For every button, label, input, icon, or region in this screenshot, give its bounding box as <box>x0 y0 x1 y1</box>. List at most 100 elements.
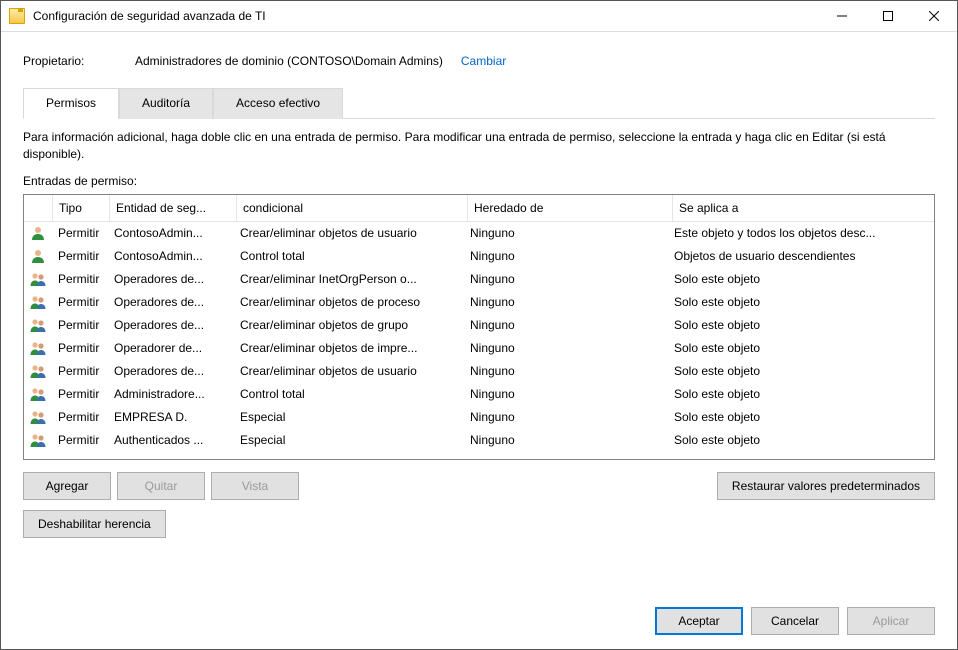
owner-label: Propietario: <box>23 54 135 68</box>
cell-applies: Solo este objeto <box>668 272 934 286</box>
table-row[interactable]: PermitirContosoAdmin...Crear/eliminar ob… <box>24 222 934 245</box>
cell-type: Permitir <box>52 433 108 447</box>
table-row[interactable]: PermitirContosoAdmin...Control totalNing… <box>24 245 934 268</box>
cell-applies: Solo este objeto <box>668 295 934 309</box>
cell-inherited: Ninguno <box>464 387 668 401</box>
cell-access: Control total <box>234 387 464 401</box>
col-header-access[interactable]: condicional <box>237 201 467 215</box>
cell-type: Permitir <box>52 226 108 240</box>
col-header-type[interactable]: Tipo <box>53 201 109 215</box>
cell-inherited: Ninguno <box>464 341 668 355</box>
cell-principal: ContosoAdmin... <box>108 249 234 263</box>
cell-principal: Operadorer de... <box>108 341 234 355</box>
cell-applies: Solo este objeto <box>668 341 934 355</box>
tabs: Permisos Auditoría Acceso efectivo <box>23 88 935 119</box>
cell-principal: Operadores de... <box>108 364 234 378</box>
cell-access: Crear/eliminar objetos de usuario <box>234 226 464 240</box>
cell-applies: Este objeto y todos los objetos desc... <box>668 226 934 240</box>
cell-principal: Authenticados ... <box>108 433 234 447</box>
table-row[interactable]: PermitirOperadores de...Crear/eliminar o… <box>24 360 934 383</box>
restore-defaults-button[interactable]: Restaurar valores predeterminados <box>717 472 935 500</box>
principal-icon <box>24 363 52 379</box>
table-body[interactable]: PermitirContosoAdmin...Crear/eliminar ob… <box>24 222 934 459</box>
titlebar: Configuración de seguridad avanzada de T… <box>1 1 957 32</box>
cell-principal: Operadores de... <box>108 272 234 286</box>
cell-principal: ContosoAdmin... <box>108 226 234 240</box>
cell-type: Permitir <box>52 387 108 401</box>
cell-inherited: Ninguno <box>464 410 668 424</box>
cell-access: Especial <box>234 433 464 447</box>
cell-inherited: Ninguno <box>464 433 668 447</box>
tab-permissions[interactable]: Permisos <box>23 88 119 119</box>
content-area: Propietario: Administradores de dominio … <box>1 32 957 595</box>
cell-principal: Administradore... <box>108 387 234 401</box>
maximize-button[interactable] <box>865 1 911 31</box>
cell-access: Crear/eliminar InetOrgPerson o... <box>234 272 464 286</box>
cell-inherited: Ninguno <box>464 364 668 378</box>
window-title: Configuración de seguridad avanzada de T… <box>33 9 819 23</box>
remove-button[interactable]: Quitar <box>117 472 205 500</box>
col-header-inherited[interactable]: Heredado de <box>468 201 672 215</box>
principal-icon <box>24 432 52 448</box>
cell-applies: Objetos de usuario descendientes <box>668 249 934 263</box>
cell-principal: Operadores de... <box>108 318 234 332</box>
advanced-security-window: Configuración de seguridad avanzada de T… <box>0 0 958 650</box>
apply-button[interactable]: Aplicar <box>847 607 935 635</box>
close-button[interactable] <box>911 1 957 31</box>
col-header-principal[interactable]: Entidad de seg... <box>110 201 236 215</box>
table-row[interactable]: PermitirAuthenticados ...EspecialNinguno… <box>24 429 934 452</box>
cancel-button[interactable]: Cancelar <box>751 607 839 635</box>
table-row[interactable]: PermitirOperadores de...Crear/eliminar o… <box>24 314 934 337</box>
cell-inherited: Ninguno <box>464 249 668 263</box>
cell-type: Permitir <box>52 318 108 332</box>
principal-icon <box>24 294 52 310</box>
principal-icon <box>24 340 52 356</box>
tab-effective-access[interactable]: Acceso efectivo <box>213 88 343 119</box>
cell-applies: Solo este objeto <box>668 318 934 332</box>
dialog-footer: Aceptar Cancelar Aplicar <box>1 595 957 649</box>
principal-icon <box>24 225 52 241</box>
cell-access: Especial <box>234 410 464 424</box>
principal-icon <box>24 386 52 402</box>
cell-type: Permitir <box>52 410 108 424</box>
cell-applies: Solo este objeto <box>668 410 934 424</box>
cell-applies: Solo este objeto <box>668 387 934 401</box>
cell-applies: Solo este objeto <box>668 364 934 378</box>
principal-icon <box>24 271 52 287</box>
cell-access: Crear/eliminar objetos de proceso <box>234 295 464 309</box>
table-row[interactable]: PermitirOperadores de...Crear/eliminar o… <box>24 291 934 314</box>
table-row[interactable]: PermitirOperadores de...Crear/eliminar I… <box>24 268 934 291</box>
cell-inherited: Ninguno <box>464 318 668 332</box>
cell-inherited: Ninguno <box>464 226 668 240</box>
change-owner-link[interactable]: Cambiar <box>461 54 506 68</box>
view-button[interactable]: Vista <box>211 472 299 500</box>
table-row[interactable]: PermitirAdministradore...Control totalNi… <box>24 383 934 406</box>
cell-access: Crear/eliminar objetos de impre... <box>234 341 464 355</box>
cell-inherited: Ninguno <box>464 272 668 286</box>
cell-access: Control total <box>234 249 464 263</box>
cell-applies: Solo este objeto <box>668 433 934 447</box>
table-row[interactable]: PermitirEMPRESA D.EspecialNingunoSolo es… <box>24 406 934 429</box>
tab-auditing[interactable]: Auditoría <box>119 88 213 119</box>
table-header: Tipo Entidad de seg... condicional Hered… <box>24 195 934 222</box>
folder-icon <box>9 8 25 24</box>
cell-type: Permitir <box>52 295 108 309</box>
ok-button[interactable]: Aceptar <box>655 607 743 635</box>
principal-icon <box>24 248 52 264</box>
table-row[interactable]: PermitirOperadorer de...Crear/eliminar o… <box>24 337 934 360</box>
button-row-1: Agregar Quitar Vista Restaurar valores p… <box>23 472 935 500</box>
cell-type: Permitir <box>52 341 108 355</box>
window-controls <box>819 1 957 31</box>
cell-type: Permitir <box>52 249 108 263</box>
cell-access: Crear/eliminar objetos de usuario <box>234 364 464 378</box>
entries-label: Entradas de permiso: <box>23 174 935 188</box>
disable-inheritance-button[interactable]: Deshabilitar herencia <box>23 510 166 538</box>
cell-inherited: Ninguno <box>464 295 668 309</box>
minimize-button[interactable] <box>819 1 865 31</box>
col-header-applies[interactable]: Se aplica a <box>673 201 934 215</box>
owner-row: Propietario: Administradores de dominio … <box>23 54 935 68</box>
principal-icon <box>24 409 52 425</box>
add-button[interactable]: Agregar <box>23 472 111 500</box>
button-row-2: Deshabilitar herencia <box>23 510 935 538</box>
info-text: Para información adicional, haga doble c… <box>23 129 935 164</box>
